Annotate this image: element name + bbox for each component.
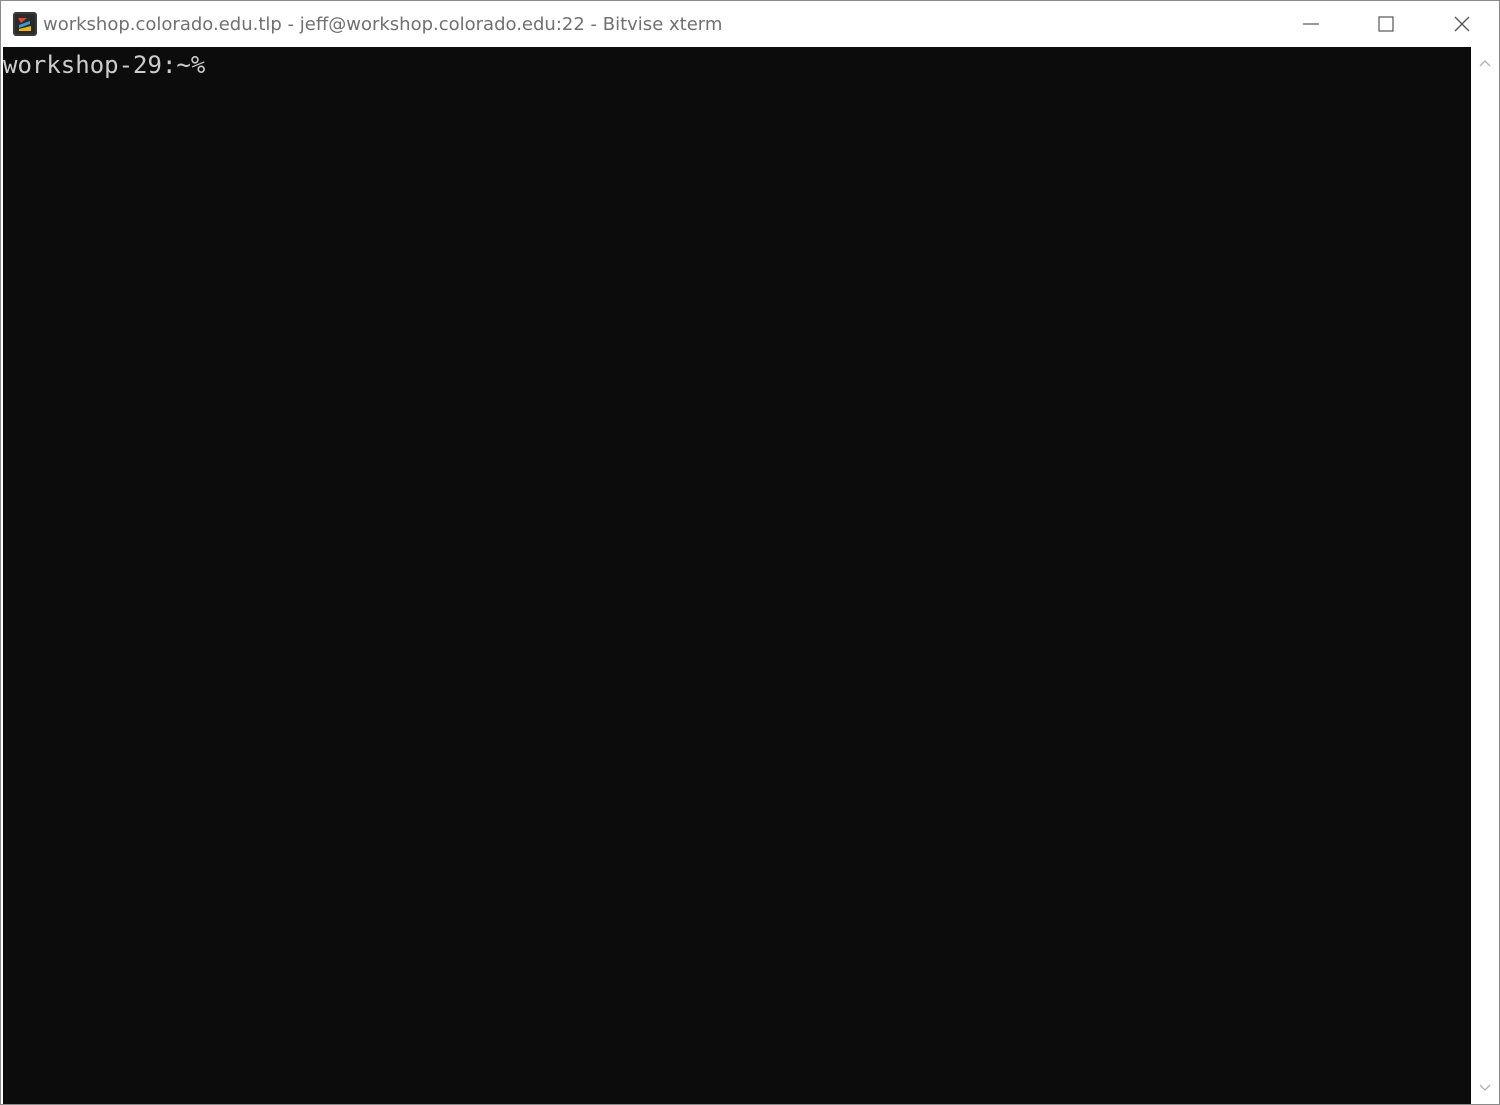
close-icon [1454, 16, 1469, 32]
minimize-icon [1302, 23, 1319, 25]
shell-prompt: workshop-29:~% [3, 51, 206, 79]
terminal-window: workshop.colorado.edu.tlp - jeff@worksho… [0, 0, 1500, 1105]
maximize-button[interactable] [1348, 1, 1423, 47]
close-button[interactable] [1424, 1, 1499, 47]
scroll-up-button[interactable] [1471, 49, 1499, 77]
terminal-area[interactable]: workshop-29:~% [3, 47, 1471, 1104]
bitvise-app-icon [13, 12, 37, 36]
scroll-track[interactable] [1471, 77, 1499, 1074]
chevron-up-icon [1479, 60, 1491, 67]
scroll-down-button[interactable] [1471, 1074, 1499, 1102]
title-bar[interactable]: workshop.colorado.edu.tlp - jeff@worksho… [1, 1, 1499, 47]
window-title: workshop.colorado.edu.tlp - jeff@worksho… [43, 14, 723, 35]
maximize-icon [1377, 16, 1394, 32]
chevron-down-icon [1479, 1084, 1491, 1091]
vertical-scrollbar[interactable] [1471, 47, 1499, 1104]
minimize-button[interactable] [1273, 1, 1348, 47]
